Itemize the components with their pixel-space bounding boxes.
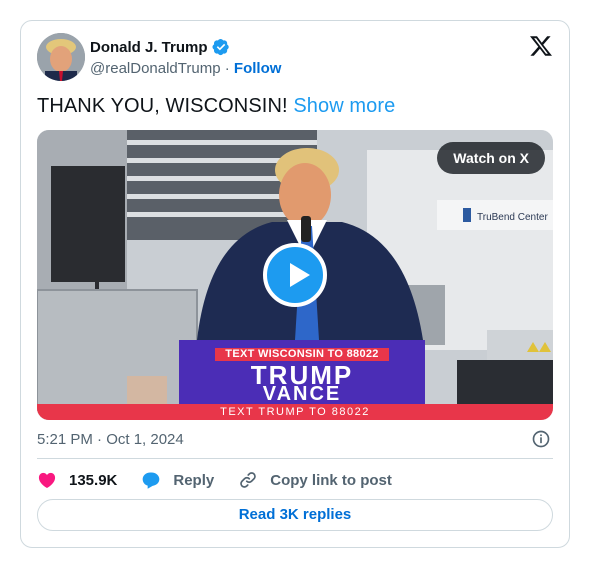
show-more-link[interactable]: Show more [293, 95, 395, 117]
post-text: THANK YOU, WISCONSIN! Show more [37, 95, 395, 118]
read-replies-button[interactable]: Read 3K replies [37, 499, 553, 531]
post-timestamp[interactable]: 5:21 PM · Oct 1, 2024 [37, 431, 184, 448]
like-count: 135.9K [69, 471, 118, 489]
follow-link[interactable]: Follow [234, 60, 282, 77]
post-body: THANK YOU, WISCONSIN! [37, 95, 288, 117]
like-button[interactable]: 135.9K [37, 470, 117, 490]
heart-icon [38, 472, 56, 488]
reply-button[interactable]: Reply [141, 470, 214, 490]
link-icon [240, 472, 257, 488]
info-icon[interactable] [531, 429, 551, 449]
play-icon[interactable] [263, 243, 327, 307]
author-name-row: Donald J. Trump [90, 38, 230, 56]
author-avatar[interactable] [37, 33, 85, 81]
action-bar: 135.9K Reply Copy link to post [37, 469, 392, 491]
divider [37, 458, 553, 459]
copy-link-label: Copy link to post [270, 471, 392, 489]
svg-text:TruBend Center: TruBend Center [477, 212, 548, 223]
sign-vance: VANCE [262, 383, 342, 405]
watch-on-x-button[interactable]: Watch on X [437, 142, 545, 174]
video-bottom-banner: TEXT TRUMP TO 88022 [37, 404, 553, 420]
embedded-post-card: Donald J. Trump @realDonaldTrump · Follo… [20, 20, 570, 548]
author-handle[interactable]: @realDonaldTrump [90, 60, 221, 77]
reply-label: Reply [173, 471, 215, 489]
author-handle-row: @realDonaldTrump · Follow [90, 60, 281, 77]
reply-bubble-icon [143, 472, 160, 489]
author-name[interactable]: Donald J. Trump [90, 39, 208, 56]
copy-link-button[interactable]: Copy link to post [238, 470, 392, 490]
separator-dot: · [224, 60, 230, 77]
podium-sign: TEXT WISCONSIN TO 88022 TRUMP VANCE [179, 340, 425, 404]
x-logo-icon[interactable] [529, 34, 553, 58]
avatar-image [37, 33, 85, 81]
video-player[interactable]: TruBend Center Watch on X TEXT WISCONSIN… [37, 130, 553, 420]
verified-badge-icon [212, 38, 229, 56]
